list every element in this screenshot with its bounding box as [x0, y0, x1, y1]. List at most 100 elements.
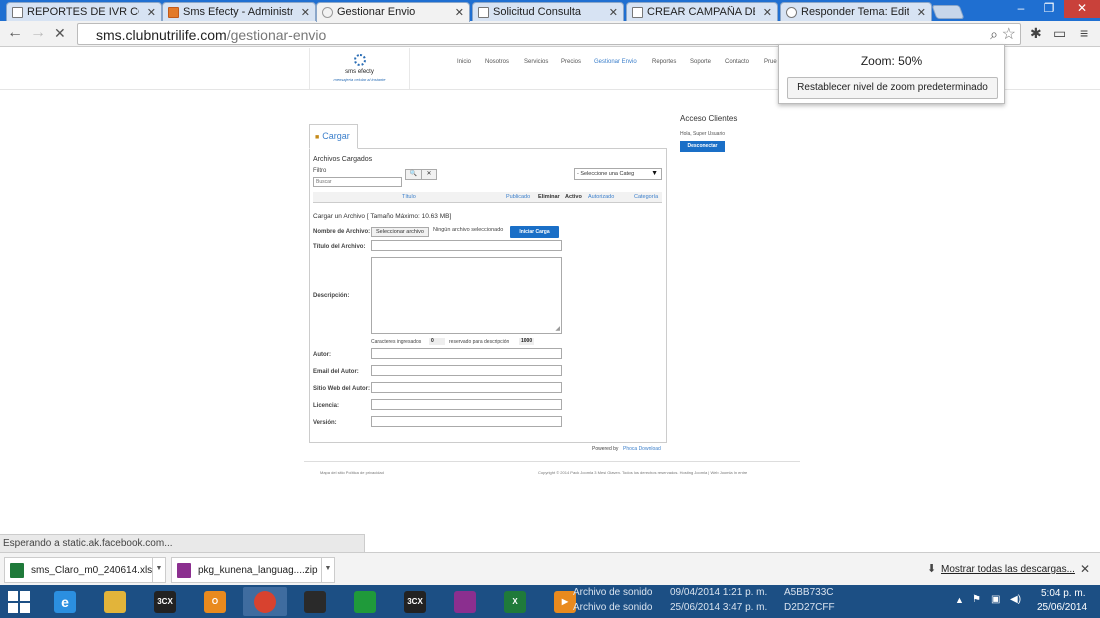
- clock-date[interactable]: 25/06/2014: [1037, 602, 1087, 613]
- tab-cargar-label: Cargar: [322, 131, 350, 141]
- taskbar-excel-green[interactable]: [343, 587, 387, 616]
- reset-zoom-button[interactable]: Restablecer nivel de zoom predeterminado: [787, 77, 998, 99]
- cast-icon[interactable]: ▭: [1053, 25, 1066, 42]
- author-input[interactable]: [371, 348, 562, 359]
- tab-gestionar-envio[interactable]: Gestionar Envio ✕: [316, 2, 470, 22]
- client-access-title: Acceso Clientes: [680, 114, 738, 123]
- filter-search-input[interactable]: [313, 177, 402, 187]
- nav-inicio[interactable]: Inicio: [457, 59, 471, 65]
- winrar-icon: [454, 591, 476, 613]
- extension-icon[interactable]: ✱: [1030, 25, 1042, 42]
- license-input[interactable]: [371, 399, 562, 410]
- site-logo[interactable]: sms efecty mensajería celular al instant…: [309, 48, 410, 89]
- new-tab-button[interactable]: [931, 5, 965, 19]
- close-icon[interactable]: ✕: [917, 6, 926, 19]
- internet-explorer-icon: e: [54, 591, 76, 613]
- network-icon[interactable]: ▣: [991, 594, 1000, 605]
- nav-pruebas[interactable]: Prue: [764, 59, 777, 65]
- forward-arrow-icon[interactable]: →: [30, 24, 46, 42]
- address-bar[interactable]: sms.clubnutrilife.com/gestionar-envio ⌕ …: [77, 23, 1021, 45]
- nav-soporte[interactable]: Soporte: [690, 59, 711, 65]
- tab-cargar[interactable]: ■ Cargar: [309, 124, 358, 149]
- close-icon[interactable]: ✕: [455, 6, 464, 19]
- download-menu-chevron-icon[interactable]: ▼: [321, 558, 334, 582]
- tab-responder-tema[interactable]: Responder Tema: Editar F... ✕: [780, 2, 932, 21]
- select-file-button[interactable]: Seleccionar archivo: [371, 227, 429, 237]
- taskbar-3cx[interactable]: 3CX: [143, 587, 187, 616]
- winrar-file-icon: [177, 563, 191, 578]
- windows-start-icon[interactable]: [8, 591, 30, 613]
- url-path: /gestionar-envio: [226, 27, 327, 43]
- 3cx-icon: 3CX: [404, 591, 426, 613]
- search-button[interactable]: 🔍: [405, 169, 422, 180]
- action-center-flag-icon[interactable]: ⚑: [972, 594, 981, 605]
- taskbar-chrome[interactable]: [243, 587, 287, 616]
- taskbar-winrar[interactable]: [443, 587, 487, 616]
- nav-contacto[interactable]: Contacto: [725, 59, 749, 65]
- category-select[interactable]: - Seleccione una Categ ▼: [574, 168, 662, 180]
- close-downloads-bar-icon[interactable]: ✕: [1080, 562, 1090, 576]
- tab-crear-campana[interactable]: CREAR CAMPAÑA DE IVR... ✕: [626, 2, 778, 21]
- taskbar-outlook[interactable]: O: [193, 587, 237, 616]
- clear-filter-button[interactable]: ✕: [421, 169, 437, 180]
- powered-by-link[interactable]: Phoca Download: [623, 446, 661, 452]
- footer-links[interactable]: Mapa del sitio Política de privacidad: [320, 470, 384, 475]
- tab-reportes-ivr[interactable]: REPORTES DE IVR CON M... ✕: [6, 2, 162, 21]
- taskbar-explorer[interactable]: [93, 587, 137, 616]
- menu-icon[interactable]: ≡: [1080, 25, 1088, 41]
- nav-nosotros[interactable]: Nosotros: [485, 59, 509, 65]
- nav-precios[interactable]: Precios: [561, 59, 581, 65]
- taskbar-ie[interactable]: e: [43, 587, 87, 616]
- bg-file-hash: D2D27CFF: [784, 602, 835, 613]
- download-item-xls[interactable]: sms_Claro_m0_240614.xls ▼: [4, 557, 166, 583]
- nav-reportes[interactable]: Reportes: [652, 59, 676, 65]
- reserved-count: 1000: [519, 338, 535, 345]
- close-icon[interactable]: ✕: [609, 6, 618, 19]
- bg-file-name: Archivo de sonido: [573, 587, 653, 598]
- tray-expand-icon[interactable]: ▲: [955, 595, 964, 605]
- file-title-input[interactable]: [371, 240, 562, 251]
- tab-solicitud-consulta[interactable]: Solicitud Consulta ✕: [472, 2, 624, 21]
- close-icon[interactable]: ✕: [763, 6, 772, 19]
- download-menu-chevron-icon[interactable]: ▼: [152, 558, 165, 582]
- show-all-downloads-link[interactable]: Mostrar todas las descargas...: [941, 564, 1075, 575]
- download-item-zip[interactable]: pkg_kunena_languag....zip ▼: [171, 557, 335, 583]
- minimize-icon[interactable]: –: [1008, 0, 1034, 18]
- restore-icon[interactable]: ❐: [1036, 0, 1062, 18]
- tab-sms-efecty-admin[interactable]: Sms Efecty - Administraci... ✕: [162, 2, 316, 21]
- version-input[interactable]: [371, 416, 562, 427]
- taskbar-tool[interactable]: [293, 587, 337, 616]
- nav-servicios[interactable]: Servicios: [524, 59, 548, 65]
- bookmark-star-icon[interactable]: ☆: [1002, 24, 1016, 44]
- tab-title: Solicitud Consulta: [493, 6, 582, 18]
- logo-mark-icon: [354, 54, 366, 66]
- download-arrow-icon: ⬇: [927, 563, 937, 575]
- close-icon[interactable]: ✕: [147, 6, 156, 19]
- clock-time[interactable]: 5:04 p. m.: [1041, 588, 1085, 599]
- taskbar-3cx-2[interactable]: 3CX: [393, 587, 437, 616]
- author-email-input[interactable]: [371, 365, 562, 376]
- col-categoria[interactable]: Categoría: [634, 194, 658, 200]
- author-website-label: Sitio Web del Autor:: [313, 386, 370, 392]
- volume-icon[interactable]: ◀): [1010, 594, 1021, 605]
- network-tool-icon: [304, 591, 326, 613]
- zoom-icon[interactable]: ⌕: [990, 26, 998, 43]
- nav-gestionar-envio[interactable]: Gestionar Envio: [594, 59, 637, 65]
- col-publicado[interactable]: Publicado: [506, 194, 530, 200]
- close-icon[interactable]: ✕: [301, 6, 310, 19]
- window-close-icon[interactable]: ✕: [1064, 0, 1100, 18]
- col-autorizado[interactable]: Autorizado: [588, 194, 614, 200]
- tab-title: Gestionar Envio: [337, 6, 416, 18]
- resize-handle-icon[interactable]: ◢: [555, 325, 560, 333]
- description-textarea[interactable]: ◢: [371, 257, 562, 334]
- start-upload-button[interactable]: Iniciar Carga: [510, 226, 559, 238]
- back-arrow-icon[interactable]: ←: [7, 24, 23, 42]
- taskbar-excel[interactable]: X: [493, 587, 537, 616]
- no-file-selected-text: Ningún archivo seleccionado: [433, 227, 504, 233]
- col-titulo[interactable]: Título: [402, 194, 416, 200]
- author-website-input[interactable]: [371, 382, 562, 393]
- logo-name: sms efecty: [345, 69, 374, 75]
- stop-icon[interactable]: ✕: [54, 24, 66, 42]
- logout-button[interactable]: Desconectar: [680, 141, 725, 152]
- chars-entered-label: Caracteres ingresados: [371, 339, 422, 345]
